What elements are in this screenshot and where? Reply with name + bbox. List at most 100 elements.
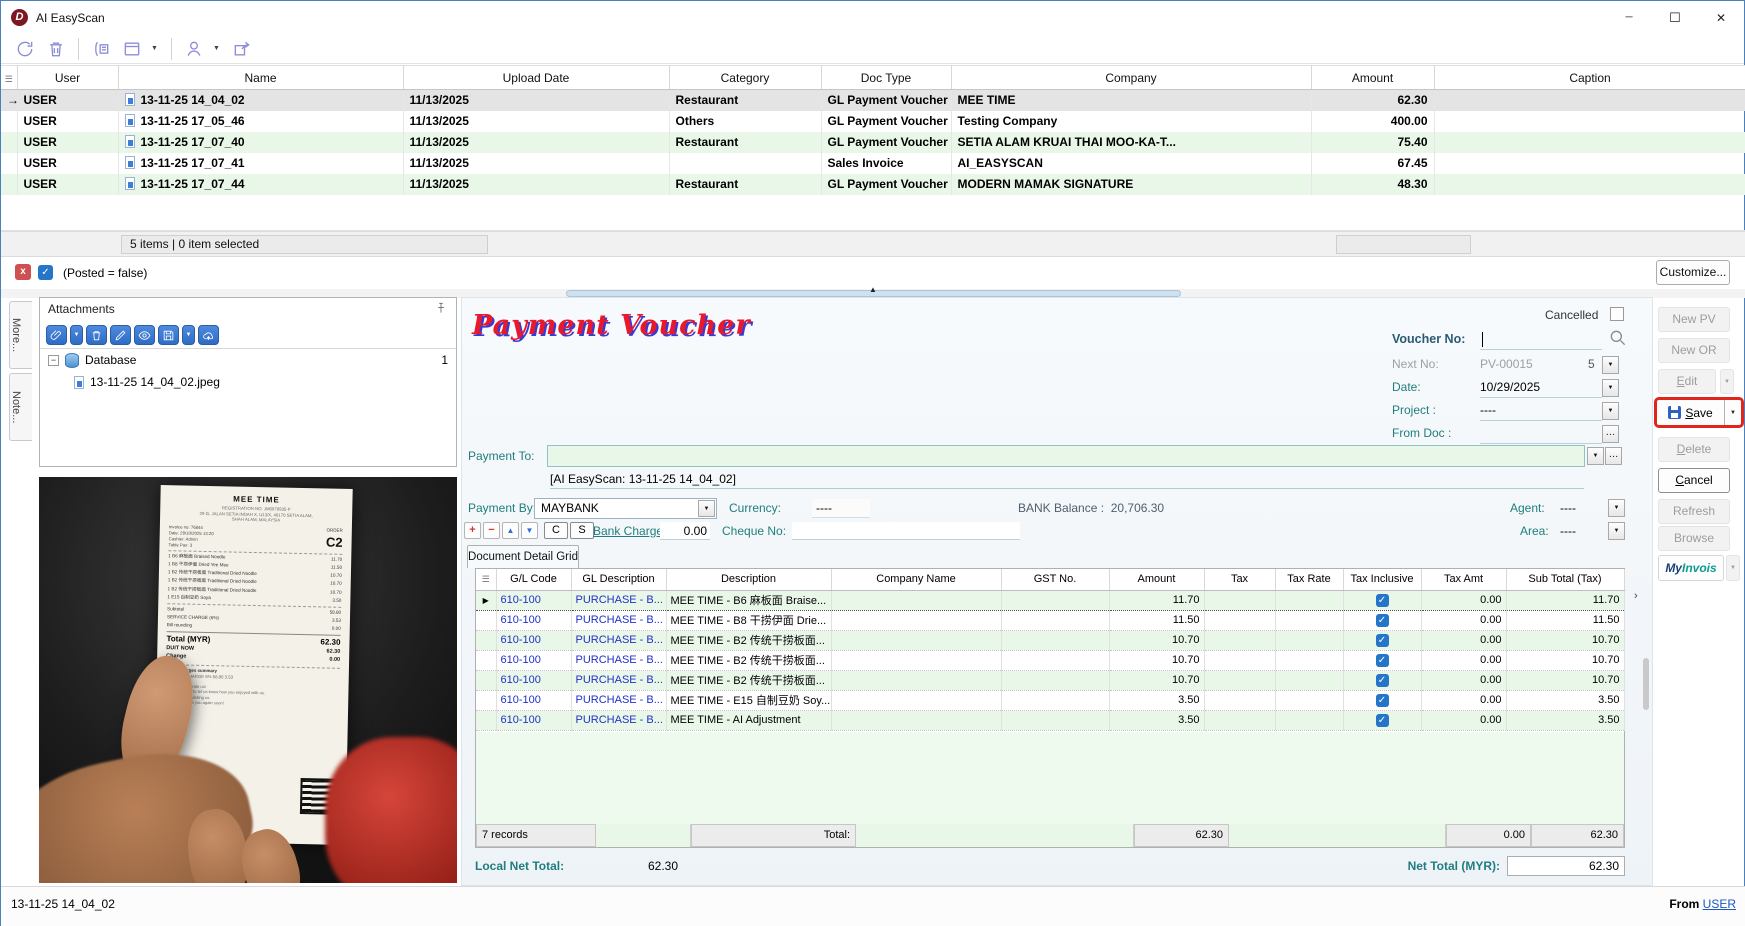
cell-gl-description[interactable]: PURCHASE - B... [571,710,666,730]
save-dropdown-icon[interactable] [1725,410,1741,416]
edit-button[interactable]: Edit [1658,369,1716,394]
area-dropdown-icon[interactable] [1608,522,1625,540]
header-gst-no[interactable]: GST No. [1001,569,1109,590]
move-up-button[interactable]: ▲ [502,522,519,539]
cell-tax-inclusive[interactable] [1343,630,1421,650]
cell-caption[interactable] [1434,174,1745,195]
cell-description[interactable]: MEE TIME - E15 自制豆奶 Soy... [666,690,831,710]
bank-charge-label[interactable]: Bank Charge: [593,524,666,538]
myinvois-dropdown-icon[interactable] [1726,555,1740,581]
filter-remove-icon[interactable] [15,264,31,280]
cell-name[interactable]: 13-11-25 17_05_46 [118,111,403,132]
cell-amount[interactable]: 10.70 [1109,630,1204,650]
cell-gst-no[interactable] [1001,610,1109,630]
cell-tax-inclusive[interactable] [1343,650,1421,670]
layout-dropdown-icon[interactable] [151,45,161,52]
cell-gl-code[interactable]: 610-100 [496,710,571,730]
cell-category[interactable]: Restaurant [669,90,821,111]
currency-value[interactable]: ---- [812,499,870,518]
preview-attachment-icon[interactable] [134,325,155,345]
pin-icon[interactable] [434,301,448,315]
header-caption[interactable]: Caption [1434,66,1745,90]
date-dropdown-icon[interactable] [1602,379,1619,397]
table-row[interactable]: USER 13-11-25 17_05_46 11/13/2025 Others… [1,111,1745,132]
save-attachment-dropdown-icon[interactable] [182,325,195,345]
tax-inclusive-checkbox[interactable] [1376,714,1389,727]
new-or-button[interactable]: New OR [1658,338,1730,363]
cell-description[interactable]: MEE TIME - AI Adjustment [666,710,831,730]
cell-caption[interactable] [1434,132,1745,153]
delete-attachment-icon[interactable] [86,325,107,345]
cell-name[interactable]: 13-11-25 17_07_44 [118,174,403,195]
cancelled-checkbox[interactable] [1610,307,1624,321]
user-link[interactable]: USER [1703,897,1736,911]
new-pv-button[interactable]: New PV [1658,307,1730,332]
header-category[interactable]: Category [669,66,821,90]
cell-doc-type[interactable]: GL Payment Voucher [821,174,951,195]
agent-value[interactable]: ---- [1560,501,1576,515]
cell-amount[interactable]: 75.40 [1311,132,1434,153]
table-row[interactable]: 610-100 PURCHASE - B... MEE TIME - AI Ad… [476,710,1624,730]
header-user[interactable]: User [17,66,118,90]
cell-tax-inclusive[interactable] [1343,610,1421,630]
cell-name[interactable]: 13-11-25 17_07_41 [118,153,403,174]
payment-to-dropdown-icon[interactable] [1587,447,1604,465]
cell-amount[interactable]: 11.50 [1109,610,1204,630]
cell-description[interactable]: MEE TIME - B6 麻板面 Braise... [666,590,831,610]
next-no-dropdown-icon[interactable] [1602,356,1619,374]
layout-icon[interactable] [120,37,144,61]
cell-caption[interactable] [1434,153,1745,174]
cell-upload-date[interactable]: 11/13/2025 [403,174,669,195]
cell-amount[interactable]: 11.70 [1109,590,1204,610]
user-dropdown-icon[interactable] [213,45,223,52]
cell-gl-description[interactable]: PURCHASE - B... [571,650,666,670]
cell-user[interactable]: USER [17,174,118,195]
customize-button[interactable]: Customize... [1656,260,1730,285]
tax-inclusive-checkbox[interactable] [1376,594,1389,607]
close-button[interactable] [1698,1,1744,34]
expander-icon[interactable] [1634,590,1638,602]
cell-tax-inclusive[interactable] [1343,690,1421,710]
header-tax-rate[interactable]: Tax Rate [1275,569,1343,590]
cell-doc-type[interactable]: GL Payment Voucher [821,132,951,153]
tab-document-detail-grid[interactable]: Document Detail Grid [467,545,579,568]
minimize-button[interactable] [1606,1,1652,34]
remove-row-button[interactable]: − [483,522,500,539]
table-row[interactable]: 610-100 PURCHASE - B... MEE TIME - B2 传统… [476,630,1624,650]
sidebar-tab-note[interactable]: Note... [9,373,32,441]
save-attachment-icon[interactable] [158,325,179,345]
cell-tax-rate[interactable] [1275,610,1343,630]
s-button[interactable]: S [570,522,594,539]
cell-gst-no[interactable] [1001,630,1109,650]
cell-sub-total[interactable]: 10.70 [1506,630,1624,650]
cell-caption[interactable] [1434,90,1745,111]
area-value[interactable]: ---- [1560,524,1576,538]
table-row[interactable]: USER 13-11-25 17_07_41 11/13/2025 Sales … [1,153,1745,174]
header-company[interactable]: Company [951,66,1311,90]
user-icon[interactable] [182,37,206,61]
cell-amount[interactable]: 67.45 [1311,153,1434,174]
cell-company-name[interactable] [831,710,1001,730]
header-upload-date[interactable]: Upload Date [403,66,669,90]
attach-dropdown-icon[interactable] [70,325,83,345]
table-row[interactable]: USER 13-11-25 17_07_40 11/13/2025 Restau… [1,132,1745,153]
cell-user[interactable]: USER [17,90,118,111]
cell-gl-code[interactable]: 610-100 [496,670,571,690]
column-chooser[interactable] [1,66,17,90]
edit-dropdown-icon[interactable] [1720,369,1734,394]
table-row[interactable]: 610-100 PURCHASE - B... MEE TIME - B2 传统… [476,670,1624,690]
cell-amount[interactable]: 3.50 [1109,690,1204,710]
cell-sub-total[interactable]: 11.50 [1506,610,1624,630]
cell-amount[interactable]: 48.30 [1311,174,1434,195]
cell-company[interactable]: Testing Company [951,111,1311,132]
cancel-button[interactable]: Cancel [1658,468,1730,493]
cell-upload-date[interactable]: 11/13/2025 [403,111,669,132]
tax-inclusive-checkbox[interactable] [1376,634,1389,647]
cell-tax-rate[interactable] [1275,650,1343,670]
cell-tax[interactable] [1204,690,1275,710]
cell-description[interactable]: MEE TIME - B2 传统干捞板面... [666,650,831,670]
cell-company-name[interactable] [831,690,1001,710]
table-row[interactable]: 610-100 PURCHASE - B... MEE TIME - B2 传统… [476,650,1624,670]
trash-icon[interactable] [44,37,68,61]
attach-file-icon[interactable] [46,325,67,345]
